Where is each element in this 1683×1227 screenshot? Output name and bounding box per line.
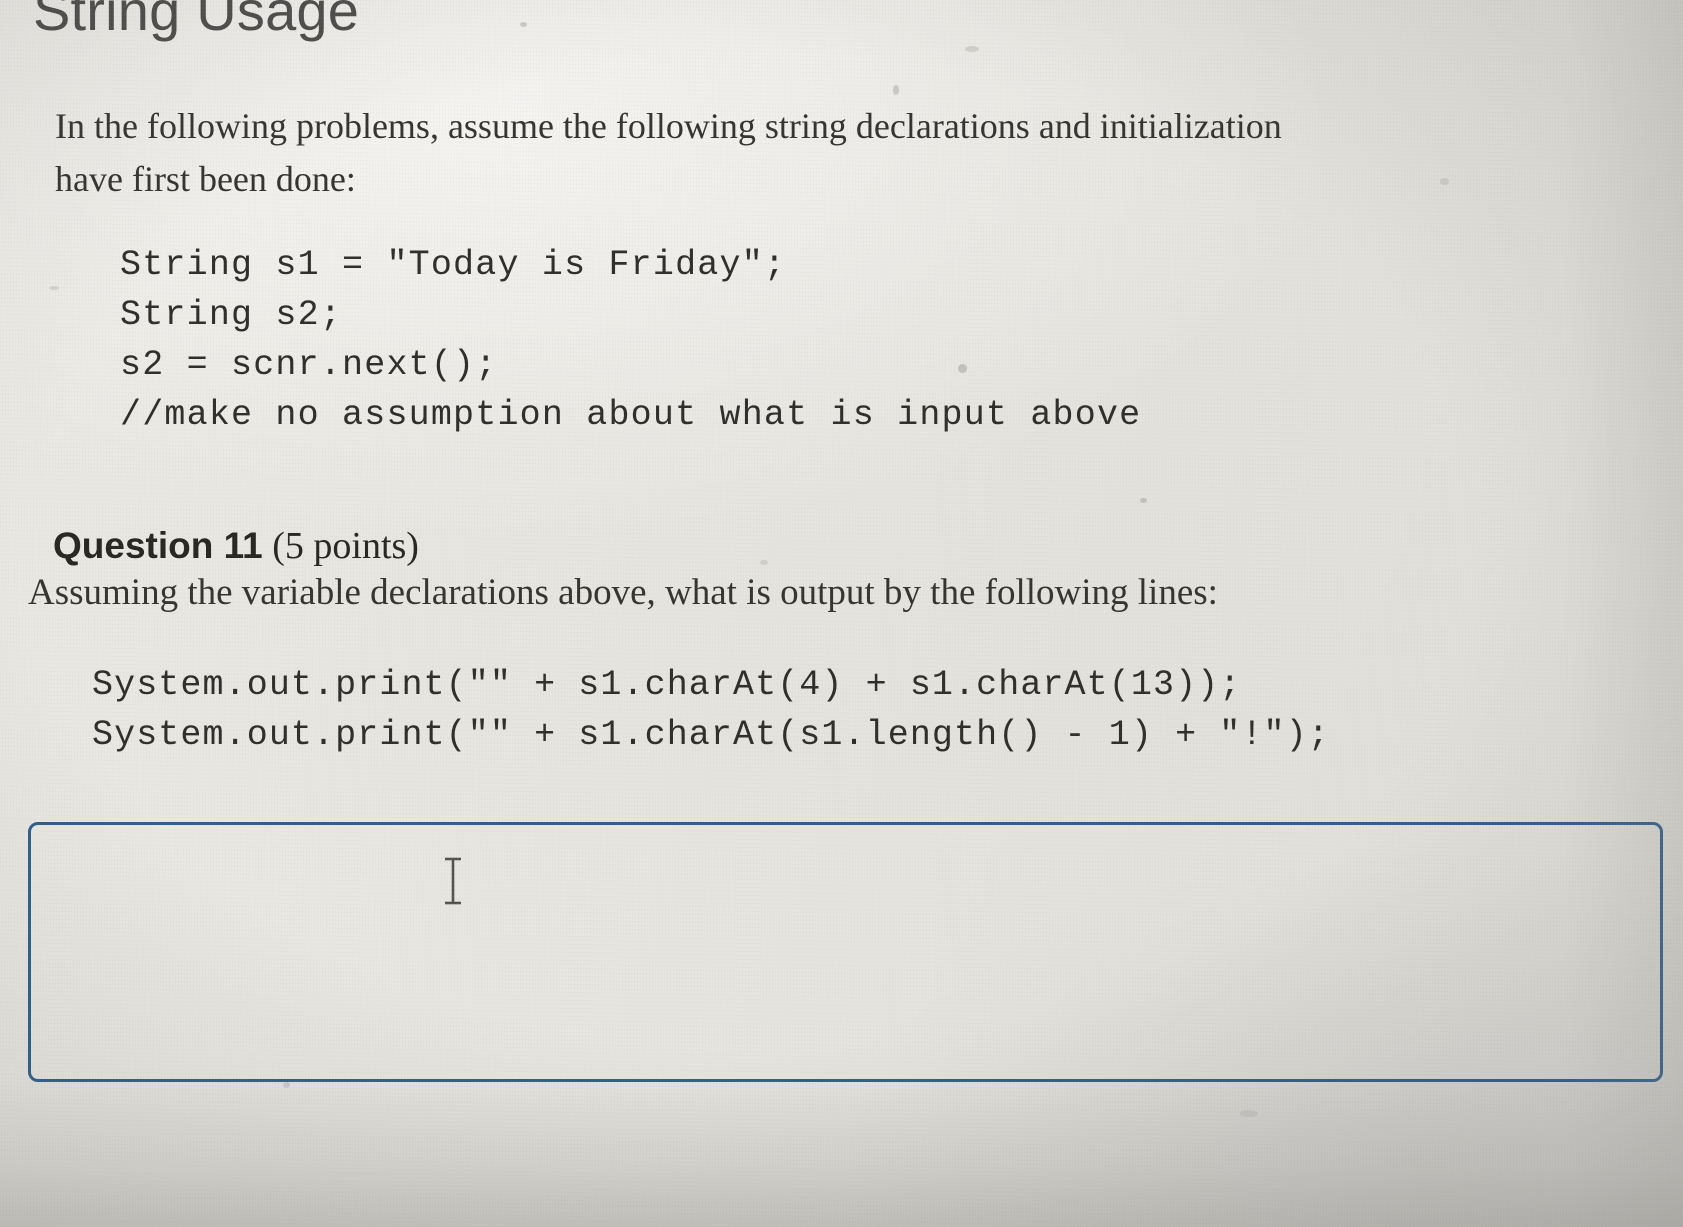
intro-paragraph: In the following problems, assume the fo… — [55, 106, 1282, 199]
page-title: String Usage — [33, 0, 360, 42]
answer-input-box[interactable] — [28, 822, 1663, 1082]
text-cursor-icon — [440, 855, 466, 907]
document-content: String Usage In the following problems, … — [0, 0, 1683, 1227]
question-points: (5 points) — [262, 525, 419, 567]
declarations-code-block: String s1 = "Today is Friday"; String s2… — [120, 245, 1142, 435]
question-number: Question 11 — [53, 525, 263, 566]
scanned-document-page: String Usage In the following problems, … — [0, 0, 1683, 1227]
output-code-block: System.out.print("" + s1.charAt(4) + s1.… — [92, 665, 1330, 755]
question-prompt: Assuming the variable declarations above… — [28, 572, 1218, 613]
